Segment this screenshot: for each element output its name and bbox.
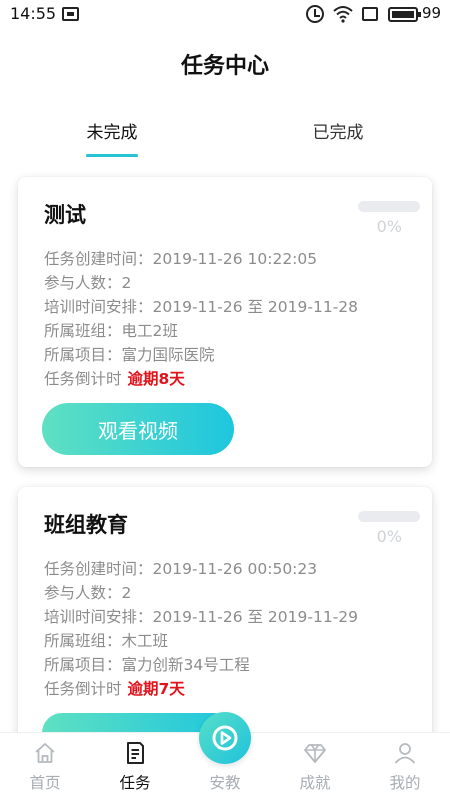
status-bar: 14:55 99 xyxy=(0,0,450,28)
nav-item-home[interactable]: 首页 xyxy=(0,733,90,800)
nav-item-task[interactable]: 任务 xyxy=(90,733,180,800)
tab-incomplete[interactable]: 未完成 xyxy=(52,118,172,143)
task-progress-text: 0% xyxy=(376,527,402,546)
watch-video-button[interactable]: 观看视频 xyxy=(42,403,234,455)
battery-icon xyxy=(388,7,421,22)
wifi-icon xyxy=(333,6,353,23)
play-logo-icon xyxy=(212,725,238,751)
task-project: 所属项目：富力国际医院 xyxy=(44,346,215,364)
task-created-time: 任务创建时间：2019-11-26 00:50:23 xyxy=(44,560,318,578)
home-icon xyxy=(35,743,55,763)
task-card[interactable]: 测试 0% 任务创建时间：2019-11-26 10:22:05 参与人数：2 … xyxy=(18,177,432,467)
task-team: 所属班组：电工2班 xyxy=(44,322,178,340)
sim-icon xyxy=(362,7,378,21)
task-title: 班组教育 xyxy=(44,513,128,537)
tab-completed[interactable]: 已完成 xyxy=(278,118,398,143)
countdown-label: 任务倒计时 xyxy=(44,680,122,698)
task-info: 任务创建时间：2019-11-26 10:22:05 参与人数：2 培训时间安排… xyxy=(44,247,358,391)
overdue-value: 逾期7天 xyxy=(127,680,185,698)
task-progress-bar xyxy=(358,201,420,212)
nav-label-task: 任务 xyxy=(119,774,151,792)
task-progress-text: 0% xyxy=(376,217,402,236)
task-participants: 参与人数：2 xyxy=(44,274,132,292)
task-countdown: 任务倒计时 逾期8天 xyxy=(44,367,358,391)
play-logo-button[interactable] xyxy=(199,712,251,764)
nav-label-profile: 我的 xyxy=(389,774,421,792)
task-countdown: 任务倒计时 逾期7天 xyxy=(44,677,358,701)
task-participants: 参与人数：2 xyxy=(44,584,132,602)
task-progress-bar xyxy=(358,511,420,522)
task-project: 所属项目：富力创新34号工程 xyxy=(44,656,250,674)
overdue-value: 逾期8天 xyxy=(127,370,185,388)
image-notification-icon xyxy=(62,7,79,21)
task-team: 所属班组：木工班 xyxy=(44,632,169,650)
task-document-icon xyxy=(127,742,144,764)
task-info: 任务创建时间：2019-11-26 00:50:23 参与人数：2 培训时间安排… xyxy=(44,557,358,701)
tab-bar: 未完成 已完成 xyxy=(0,110,450,162)
battery-level: 99 xyxy=(422,4,442,22)
task-title: 测试 xyxy=(44,203,86,227)
diamond-icon xyxy=(304,744,326,763)
task-created-time: 任务创建时间：2019-11-26 10:22:05 xyxy=(44,250,318,268)
task-training-schedule: 培训时间安排：2019-11-26 至 2019-11-29 xyxy=(44,608,359,626)
nav-label-home: 首页 xyxy=(29,774,61,792)
nav-item-profile[interactable]: 我的 xyxy=(360,733,450,800)
alarm-icon xyxy=(306,5,324,23)
nav-label-safety-education: 安教 xyxy=(209,774,241,792)
status-time: 14:55 xyxy=(10,4,57,23)
page-title: 任务中心 xyxy=(180,54,269,79)
active-tab-indicator xyxy=(86,154,138,157)
nav-item-achievement[interactable]: 成就 xyxy=(270,733,360,800)
task-card[interactable]: 班组教育 0% 任务创建时间：2019-11-26 00:50:23 参与人数：… xyxy=(18,487,432,753)
nav-label-achievement: 成就 xyxy=(299,774,331,792)
task-training-schedule: 培训时间安排：2019-11-26 至 2019-11-28 xyxy=(44,298,359,316)
user-icon xyxy=(394,743,416,764)
countdown-label: 任务倒计时 xyxy=(44,370,122,388)
